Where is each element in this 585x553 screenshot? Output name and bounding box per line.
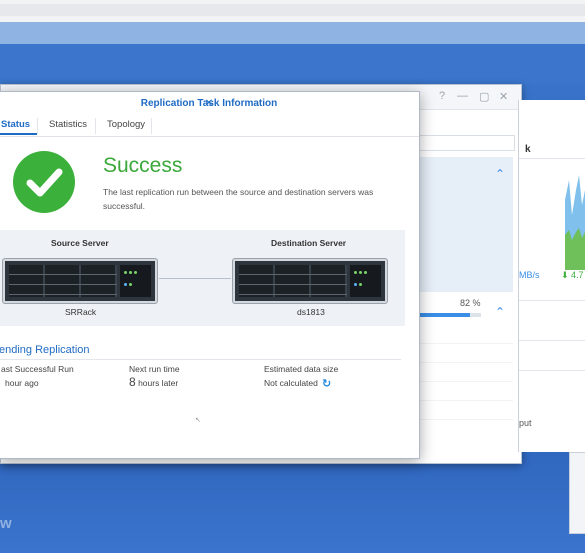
tab-status[interactable]: Status [1,119,30,130]
progress-bar-fill [419,313,470,317]
destination-nas-device-icon [233,259,387,303]
upload-speed: MB/s [519,270,540,280]
browser-top-bar [0,0,585,23]
chevron-up-icon[interactable]: ⌃ [495,305,505,319]
progress-bar [419,313,481,317]
status-led [129,283,132,286]
replication-task-dialog: Replication Task Information ✕ Status St… [0,91,420,459]
pending-replication-title: ending Replication [0,344,90,356]
source-server-label: Source Server [51,238,109,248]
next-run-time-label: Next run time [129,364,180,374]
destination-server-label: Destination Server [271,238,347,248]
divider [0,359,401,360]
tab-divider [37,118,38,134]
status-led [124,271,127,274]
estimated-data-size-value: Not calculated [264,378,318,388]
network-header: k [525,144,531,155]
tab-topology[interactable]: Topology [107,119,145,130]
next-run-time-number: 8 [129,375,136,389]
status-message: The last replication run between the sou… [103,187,374,211]
mouse-cursor: ↖ [195,417,201,424]
last-successful-run-value: hour ago [5,378,39,388]
status-led [354,271,357,274]
source-nas-device-icon [3,259,157,303]
nas-front-panel [120,265,151,297]
status-heading: Success [103,154,183,177]
chevron-up-icon[interactable]: ⌃ [495,167,505,181]
next-run-time-unit: hours later [138,378,179,388]
servers-panel: Source Server Destination Server SRRack … [0,230,405,326]
last-successful-run-label: ast Successful Run [1,364,74,374]
network-chart [565,175,585,270]
check-icon [26,168,63,197]
browser-toolbar [0,4,585,16]
drive-bay-rows [239,265,347,297]
destination-server-name: ds1813 [297,307,325,317]
dialog-titlebar: Replication Task Information ✕ [0,92,419,114]
download-speed: ⬇ 4.7 [561,270,584,280]
status-led [364,271,367,274]
minimize-icon[interactable]: — [457,90,468,102]
background-list [419,325,513,420]
close-icon[interactable]: ✕ [499,90,508,103]
divider [519,300,585,301]
progress-percent: 82 % [460,298,481,308]
desktop-taskbar [0,22,585,44]
estimated-data-size-label: Estimated data size [264,364,339,374]
tab-statistics[interactable]: Statistics [49,119,87,130]
tab-divider [95,118,96,134]
background-search-field[interactable] [419,135,515,151]
desktop-background [0,44,585,84]
tab-bar: Status Statistics Topology [0,114,419,137]
next-run-time-value: 8 hours later [129,375,178,389]
power-led [354,283,357,286]
output-label: put [519,418,532,428]
help-icon[interactable]: ? [439,90,445,102]
resource-monitor-window: k MB/s ⬇ 4.7 put [518,100,585,452]
nas-front-panel [350,265,381,297]
refresh-icon[interactable]: ↻ [322,377,331,390]
divider [519,370,585,371]
mini-window [569,452,585,534]
divider [519,158,585,159]
drive-bay-rows [9,265,117,297]
success-status-icon [13,151,75,213]
status-led [359,283,362,286]
watermark: w [0,515,12,532]
status-led [359,271,362,274]
replication-link [159,278,231,279]
tab-divider [151,118,152,134]
maximize-icon[interactable]: ▢ [479,90,489,103]
status-led [129,271,132,274]
source-server-name: SRRack [65,307,97,317]
download-speed-value: 4.7 [571,270,584,280]
close-icon[interactable]: ✕ [0,98,419,109]
divider [519,340,585,341]
status-led [134,271,137,274]
active-tab-indicator [0,133,37,135]
power-led [124,283,127,286]
